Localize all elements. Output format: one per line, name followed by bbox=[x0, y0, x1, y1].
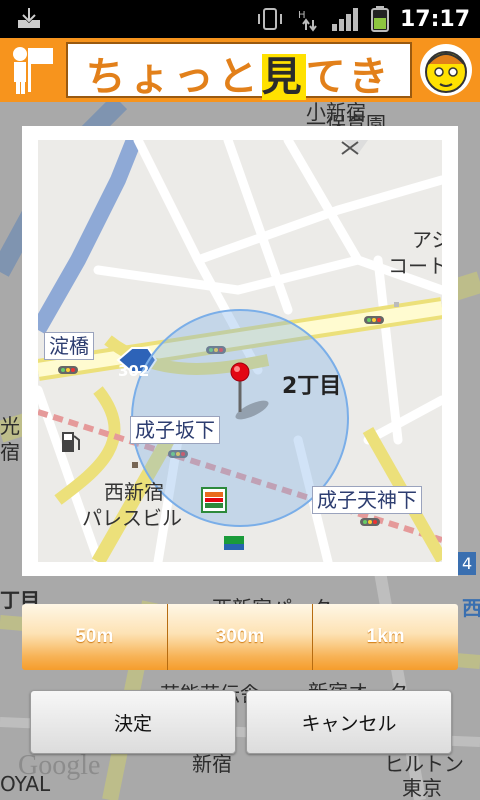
map-label-narikozakashita: 成子坂下 bbox=[130, 416, 220, 444]
area-map[interactable]: 淀橋 302 2丁目 成子坂下 西新宿 パレスビル 成子天神下 アシ コート西 bbox=[38, 140, 442, 562]
title-highlight: 見 bbox=[261, 54, 306, 100]
map-label-area: 2丁目 bbox=[282, 374, 342, 399]
gas-station-icon bbox=[62, 432, 80, 452]
app-header: ちょっと見てきて bbox=[0, 38, 480, 158]
map-label-court: コート西 bbox=[388, 254, 442, 278]
map-label-palace-building: パレスビル bbox=[82, 506, 182, 530]
bg-route-sign: 4 bbox=[458, 552, 477, 575]
map-label-route-302: 302 bbox=[118, 362, 150, 380]
radius-option-50m[interactable]: 50m bbox=[22, 604, 168, 670]
bg-label-tokyo: 東京 bbox=[402, 776, 442, 800]
data-arrows-icon: H bbox=[298, 10, 317, 32]
familymart-icon bbox=[224, 536, 244, 550]
clock: 17:17 bbox=[399, 7, 470, 32]
map-label-narikotenjinshita: 成子天神下 bbox=[312, 486, 422, 514]
app-title: ちょっと見てきて bbox=[66, 42, 412, 158]
title-part-1: ちょっと bbox=[85, 54, 262, 100]
map-label-ashi: アシ bbox=[412, 228, 442, 252]
cancel-button[interactable]: キャンセル bbox=[246, 690, 452, 754]
vibrate-icon bbox=[258, 8, 282, 30]
radius-option-300m[interactable]: 300m bbox=[168, 604, 314, 670]
mascot-icon bbox=[420, 44, 472, 96]
map-label-nishishinjuku: 西新宿 bbox=[104, 480, 164, 504]
status-bar: H 17:17 bbox=[0, 0, 480, 38]
signal-icon bbox=[332, 8, 358, 31]
radius-option-1km[interactable]: 1km bbox=[313, 604, 458, 670]
radius-selector: 50m 300m 1km bbox=[22, 604, 458, 670]
svg-text:H: H bbox=[298, 10, 306, 21]
ok-button[interactable]: 決定 bbox=[30, 690, 236, 754]
google-logo: Google bbox=[18, 750, 101, 781]
convenience-store-icon bbox=[201, 487, 227, 513]
download-icon bbox=[18, 8, 40, 28]
area-picker-dialog: 淀橋 302 2丁目 成子坂下 西新宿 パレスビル 成子天神下 アシ コート西 bbox=[22, 126, 458, 576]
bg-label-right-nishi: 西 bbox=[462, 596, 480, 620]
person-flag-icon bbox=[13, 47, 53, 94]
battery-icon bbox=[371, 6, 389, 32]
map-label-yodobashi: 淀橋 bbox=[44, 332, 94, 360]
